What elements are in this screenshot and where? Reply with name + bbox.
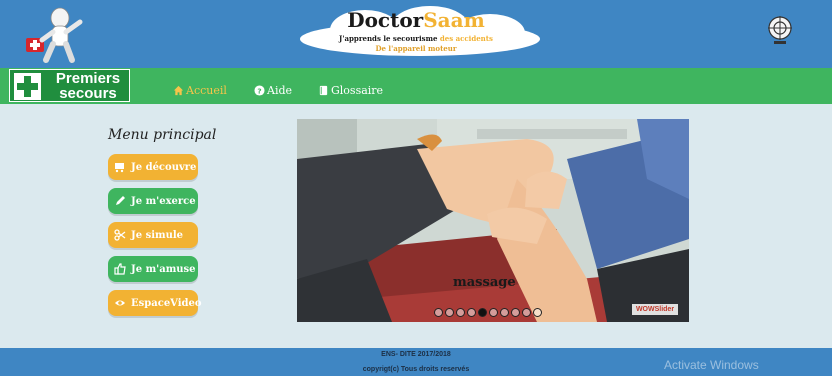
slider-dot[interactable] xyxy=(533,308,542,317)
pencil-icon xyxy=(116,196,125,205)
svg-text:?: ? xyxy=(257,86,261,95)
cart-icon xyxy=(115,163,124,173)
home-icon xyxy=(173,85,184,96)
main-nav: Premiers secours Accueil ? Aide Glossair… xyxy=(0,68,832,104)
nav-link-label: Accueil xyxy=(186,84,227,97)
slider-dot[interactable] xyxy=(456,308,465,317)
eye-icon xyxy=(115,300,125,306)
nav-link-label: Aide xyxy=(267,84,293,97)
menu-button-je-mexerce[interactable]: Je m'exerce xyxy=(108,188,198,214)
menu-button-je-decouvre[interactable]: Je découvre xyxy=(108,154,198,180)
slider-dot[interactable] xyxy=(500,308,509,317)
menu-button-label: Je m'amuse xyxy=(131,263,196,275)
nav-link-accueil[interactable]: Accueil xyxy=(173,84,227,97)
institution-emblem-icon xyxy=(768,16,792,44)
header: DoctorSaam J'apprends le secourisme des … xyxy=(0,0,832,68)
book-icon xyxy=(319,85,328,96)
slider-pagination xyxy=(434,308,542,317)
scissors-icon xyxy=(114,229,126,241)
footer-credits: ENS- DITE 2017/2018 xyxy=(381,351,451,358)
menu-button-je-simule[interactable]: Je simule xyxy=(108,222,198,248)
slider-dot[interactable] xyxy=(522,308,531,317)
slider-dot[interactable] xyxy=(489,308,498,317)
thumbs-up-icon xyxy=(114,263,126,275)
massage-illustration xyxy=(297,119,689,322)
menu-button-je-mamuse[interactable]: Je m'amuse xyxy=(108,256,198,282)
slider-dot[interactable] xyxy=(478,308,487,317)
menu-button-label: EspaceVideo xyxy=(131,297,202,309)
slide-caption: massage xyxy=(453,275,516,290)
site-title: DoctorSaam xyxy=(347,8,485,32)
nav-link-aide[interactable]: ? Aide xyxy=(254,84,292,97)
slider-dot[interactable] xyxy=(467,308,476,317)
menu-button-label: Je m'exerce xyxy=(131,195,196,207)
slider-dot[interactable] xyxy=(511,308,520,317)
activate-windows-watermark: Activate Windows xyxy=(664,358,759,372)
menu-button-label: Je simule xyxy=(131,229,184,241)
question-icon: ? xyxy=(254,85,265,96)
first-aid-cross-icon xyxy=(14,73,41,100)
menu-title: Menu principal xyxy=(108,127,217,143)
site-tagline: J'apprends le secourisme des accidents xyxy=(339,34,493,43)
menu-button-label: Je découvre xyxy=(131,161,197,173)
nav-link-label: Glossaire xyxy=(331,84,384,97)
menu-button-espacevideo[interactable]: EspaceVideo xyxy=(108,290,202,316)
premiers-secours-logo[interactable]: Premiers secours xyxy=(9,69,130,102)
nav-link-glossaire[interactable]: Glossaire xyxy=(318,84,383,97)
site-tagline-line2: De l'appareil moteur xyxy=(375,44,457,53)
image-slider[interactable]: massage WOWSlider xyxy=(297,119,689,322)
slider-dot[interactable] xyxy=(434,308,443,317)
wowslider-watermark[interactable]: WOWSlider xyxy=(632,304,678,315)
slider-dot[interactable] xyxy=(445,308,454,317)
premiers-secours-label: Premiers secours xyxy=(55,70,121,102)
